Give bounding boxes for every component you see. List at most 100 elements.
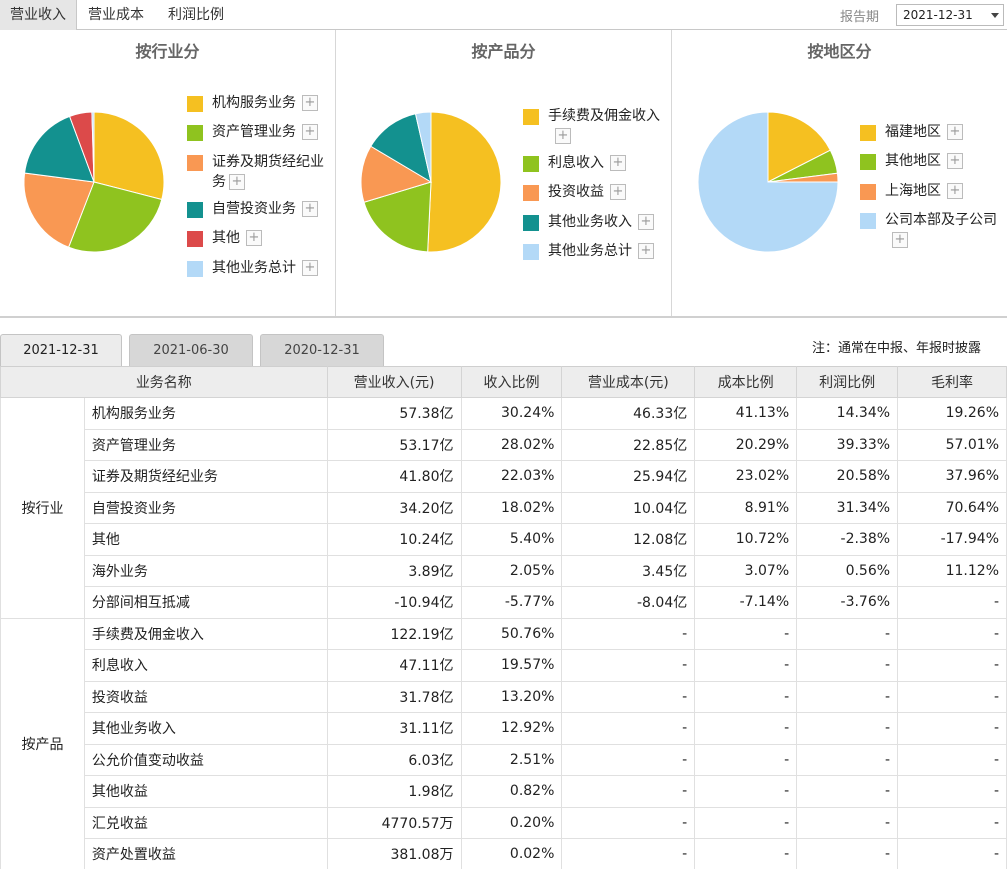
expand-plus-icon[interactable]: + <box>638 214 654 230</box>
value-cell: - <box>897 838 1007 869</box>
expand-plus-icon[interactable]: + <box>947 183 963 199</box>
header-gross-margin: 毛利率 <box>897 366 1007 398</box>
legend-label: 福建地区 <box>885 124 941 140</box>
value-cell: - <box>897 712 1007 745</box>
pie-chart-region <box>697 111 839 253</box>
expand-plus-icon[interactable]: + <box>246 230 262 246</box>
expand-plus-icon[interactable]: + <box>302 201 318 217</box>
value-cell: 39.33% <box>796 428 899 461</box>
legend-label: 上海地区 <box>885 183 941 199</box>
expand-plus-icon[interactable]: + <box>892 232 908 248</box>
disclosure-note: 注：通常在中报、年报时披露 <box>812 341 982 356</box>
expand-plus-icon[interactable]: + <box>229 174 245 190</box>
legend-swatch <box>860 184 876 200</box>
date-tab-2021-06-30[interactable]: 2021-06-30 <box>129 334 253 366</box>
value-cell: 381.08万 <box>326 838 462 869</box>
value-cell: - <box>796 649 899 682</box>
value-cell: - <box>897 775 1007 808</box>
value-cell: 37.96% <box>897 460 1007 493</box>
header-revenue-ratio: 收入比例 <box>460 366 563 398</box>
period-value: 2021-12-31 <box>903 8 973 22</box>
tab-profit-ratio[interactable]: 利润比例 <box>160 0 232 30</box>
value-cell: - <box>561 680 696 713</box>
value-cell: 70.64% <box>897 491 1007 524</box>
legend-label: 其他业务收入 <box>548 214 632 230</box>
panel-by-product: 按产品分 手续费及佣金收入 + 利息收入 + 投资收益 + 其他业务收入 + 其他业务总计 + <box>335 30 671 316</box>
expand-plus-icon[interactable]: + <box>610 155 626 171</box>
expand-plus-icon[interactable]: + <box>947 153 963 169</box>
chevron-down-icon <box>991 13 999 18</box>
value-cell: - <box>897 617 1007 650</box>
value-cell: - <box>561 712 696 745</box>
tab-revenue[interactable]: 营业收入 <box>0 0 77 30</box>
business-name-cell: 汇兑收益 <box>83 806 328 839</box>
business-name-cell: 其他 <box>83 523 328 556</box>
table-row: 证券及期货经纪业务 41.80亿 22.03% 25.94亿 23.02% 20.58% 3… <box>1 460 1007 493</box>
legend-label: 利息收入 <box>548 155 604 171</box>
value-cell: 23.02% <box>694 460 798 493</box>
top-bar: 营业收入 营业成本 利润比例 报告期 2021-12-31 <box>0 0 1007 30</box>
expand-plus-icon[interactable]: + <box>947 124 963 140</box>
value-cell: -17.94% <box>897 523 1007 556</box>
expand-plus-icon[interactable]: + <box>302 124 318 140</box>
value-cell: 4770.57万 <box>326 806 462 839</box>
table-row: 分部间相互抵减 -10.94亿 -5.77% -8.04亿 -7.14% -3.76% - <box>1 586 1007 619</box>
header-cost: 营业成本(元) <box>561 366 696 398</box>
business-name-cell: 资产处置收益 <box>83 838 328 869</box>
pie-slice[interactable] <box>427 111 502 253</box>
pie-chart-industry <box>23 111 165 253</box>
panel-by-region: 按地区分 福建地区 + 其他地区 + 上海地区 + 公司本部及子公司 + <box>671 30 1007 316</box>
value-cell: 50.76% <box>460 617 563 650</box>
business-name-cell: 投资收益 <box>83 680 328 713</box>
value-cell: 12.08亿 <box>561 523 696 556</box>
period-select[interactable]: 2021-12-31 <box>896 4 1004 26</box>
panel-title: 按产品分 <box>471 42 536 61</box>
period-label: 报告期 <box>840 10 880 25</box>
value-cell: - <box>897 743 1007 776</box>
business-name-cell: 其他收益 <box>83 775 328 808</box>
value-cell: 22.03% <box>460 460 563 493</box>
value-cell: -10.94亿 <box>326 586 462 619</box>
group-label: 按产品 <box>0 617 85 869</box>
expand-plus-icon[interactable]: + <box>555 128 571 144</box>
value-cell: 14.34% <box>796 397 899 430</box>
date-tab-2020-12-31[interactable]: 2020-12-31 <box>260 334 384 366</box>
value-cell: - <box>796 680 899 713</box>
value-cell: 53.17亿 <box>326 428 462 461</box>
value-cell: 3.45亿 <box>561 554 696 587</box>
value-cell: - <box>796 617 899 650</box>
date-tab-2021-12-31[interactable]: 2021-12-31 <box>0 334 122 366</box>
value-cell: 2.05% <box>460 554 563 587</box>
value-cell: -7.14% <box>694 586 798 619</box>
value-cell: 28.02% <box>460 428 563 461</box>
value-cell: 31.11亿 <box>326 712 462 745</box>
tab-cost[interactable]: 营业成本 <box>80 0 152 30</box>
business-name-cell: 利息收入 <box>83 649 328 682</box>
value-cell: 8.91% <box>694 491 798 524</box>
legend-swatch <box>860 213 876 229</box>
legend-industry: 机构服务业务 + 资产管理业务 + 证券及期货经纪业务 + 自营投资业务 + 其他 + 其他业务总计… <box>187 93 335 313</box>
expand-plus-icon[interactable]: + <box>302 260 318 276</box>
expand-plus-icon[interactable]: + <box>302 95 318 111</box>
expand-plus-icon[interactable]: + <box>610 184 626 200</box>
value-cell: -5.77% <box>460 586 563 619</box>
expand-plus-icon[interactable]: + <box>638 243 654 259</box>
value-cell: 41.13% <box>694 397 798 430</box>
business-name-cell: 手续费及佣金收入 <box>83 617 328 650</box>
value-cell: - <box>694 806 798 839</box>
value-cell: 30.24% <box>460 397 563 430</box>
value-cell: - <box>561 806 696 839</box>
legend-swatch <box>187 261 203 277</box>
value-cell: 34.20亿 <box>326 491 462 524</box>
value-cell: - <box>694 649 798 682</box>
value-cell: - <box>897 649 1007 682</box>
table-row: 利息收入 47.11亿 19.57% - - - - <box>1 649 1007 682</box>
value-cell: - <box>897 680 1007 713</box>
value-cell: - <box>561 649 696 682</box>
legend-swatch <box>860 154 876 170</box>
value-cell: 0.20% <box>460 806 563 839</box>
table-header: 业务名称 营业收入(元) 收入比例 营业成本(元) 成本比例 利润比例 毛利率 <box>0 366 1007 398</box>
value-cell: - <box>694 838 798 869</box>
value-cell: - <box>561 617 696 650</box>
value-cell: 5.40% <box>460 523 563 556</box>
